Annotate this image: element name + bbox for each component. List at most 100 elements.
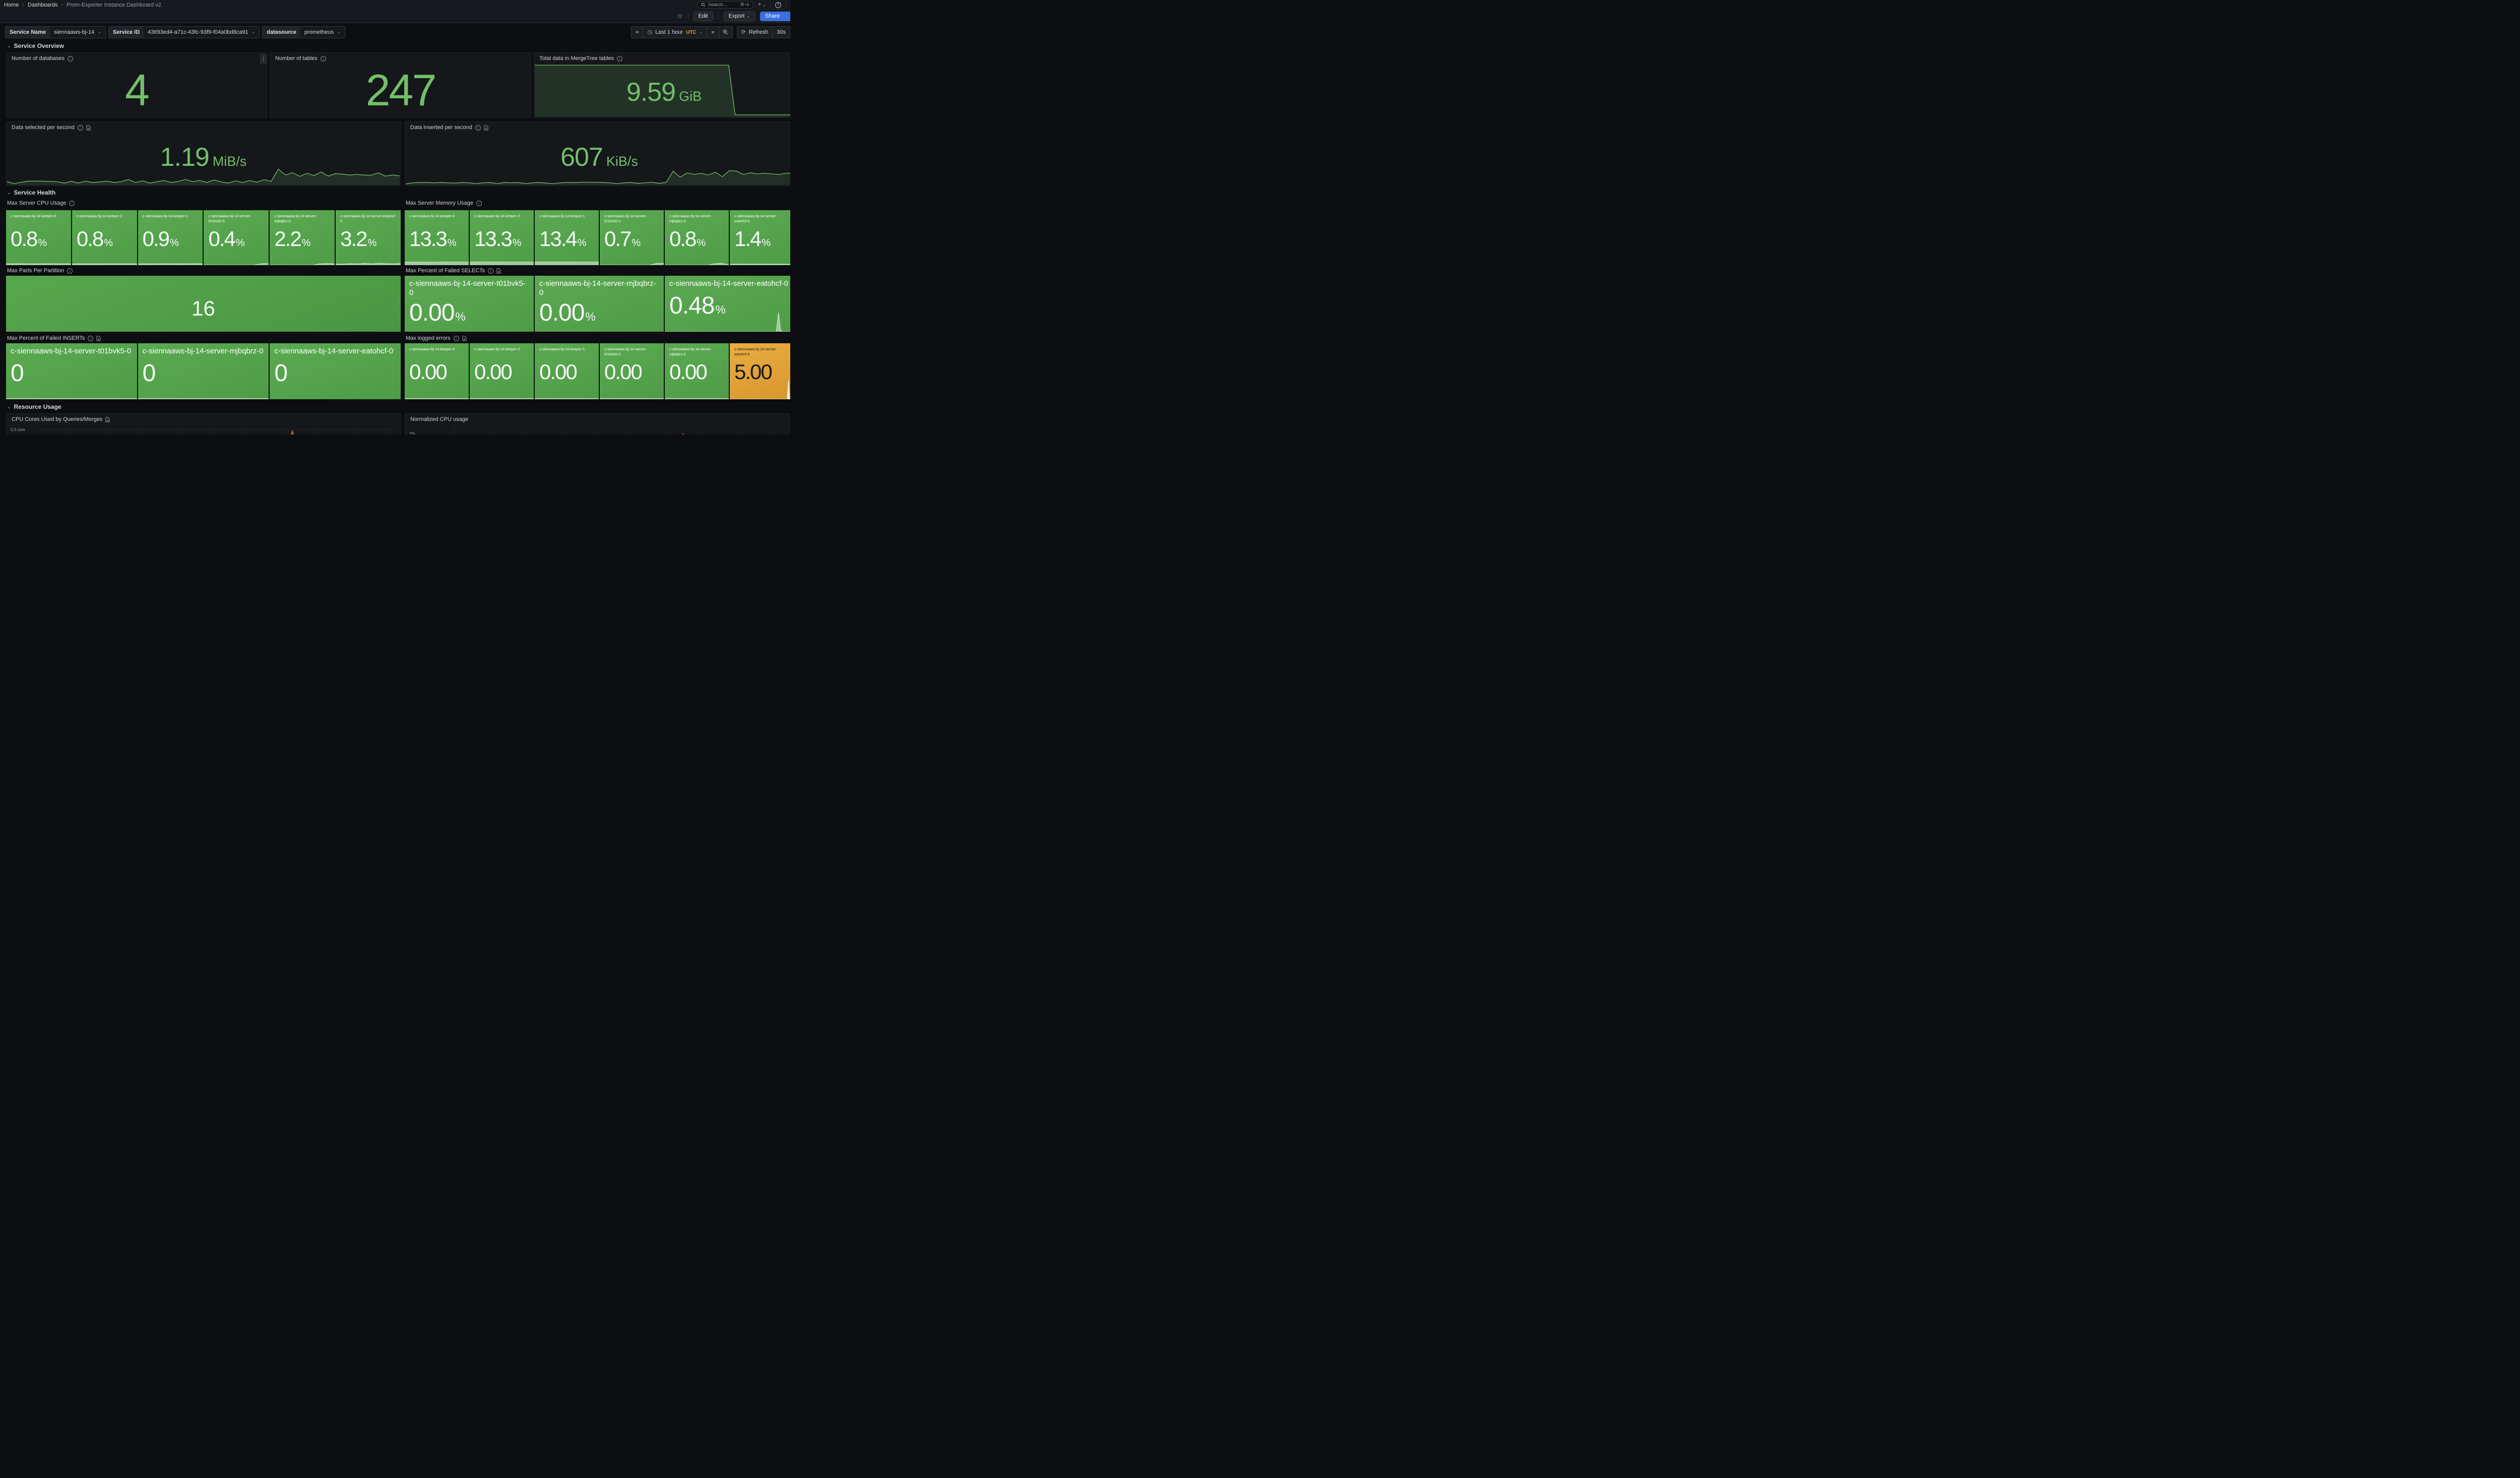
stat-unit: GiB <box>679 89 702 104</box>
info-icon: i <box>88 336 93 341</box>
stat-tile[interactable]: c-siennaaws-bj-14-keeper-113.4% <box>535 210 599 265</box>
add-new-button[interactable]: + ⌄ <box>758 2 766 8</box>
stat-tile[interactable]: c-siennaaws-bj-14-keeper-10.00 <box>535 343 599 399</box>
tile-sparkline <box>138 398 269 399</box>
stat-tile[interactable]: c-siennaaws-bj-14-server-eatohcf-03.2% <box>336 210 401 265</box>
panel-header[interactable]: Max Percent of Failed INSERTs i <box>7 335 101 341</box>
stat-unit: KiB/s <box>606 154 638 169</box>
stat-tile[interactable]: c-siennaaws-bj-14-server-t01bvk5-00.7% <box>600 210 664 265</box>
stat-value: 247 <box>366 68 435 112</box>
stat-tile[interactable]: c-siennaaws-bj-14-keeper-013.3% <box>405 210 469 265</box>
tile-sparkline <box>665 398 729 399</box>
divider <box>718 13 719 19</box>
refresh-button[interactable]: ⟳ Refresh <box>737 27 773 38</box>
divider <box>770 2 771 8</box>
filter-value: prometheus <box>304 29 334 35</box>
stat-tile[interactable]: c-siennaaws-bj-14-server-mjbqbrz-00.00 <box>665 343 729 399</box>
breadcrumb-home[interactable]: Home <box>4 2 19 8</box>
panel-header[interactable]: Max Server Memory Usage i <box>406 200 482 206</box>
chevron-down-icon: ⌄ <box>98 30 101 34</box>
panel-header[interactable]: Number of databases i <box>7 53 267 64</box>
service-id-select[interactable]: 43693ed4-a71c-43fc-93f9-f04a0bd8ca91 ⌄ <box>144 27 259 38</box>
panel-header[interactable]: Number of tables i <box>270 53 531 64</box>
tile-server-name: c-siennaaws-bj-14-keeper-2 <box>474 214 529 226</box>
time-series-chart[interactable] <box>420 427 789 435</box>
section-title: Service Overview <box>14 42 64 49</box>
max-parts-tile[interactable]: 16 <box>6 276 401 332</box>
time-range-picker[interactable]: ◷ Last 1 hour UTC ⌄ <box>643 27 707 38</box>
panel-header[interactable]: Normalized CPU usage <box>405 414 790 425</box>
stat-value: 4 <box>125 68 148 112</box>
stat-tile[interactable]: c-siennaaws-bj-14-server-eatohcf-01.4% <box>730 210 790 265</box>
stat-tile[interactable]: c-siennaaws-bj-14-server-eatohcf-00 <box>270 343 401 399</box>
stat-tile[interactable]: c-siennaaws-bj-14-server-t01bvk5-00 <box>6 343 137 399</box>
breadcrumb-separator-icon: › <box>61 2 63 8</box>
breadcrumb-dashboards[interactable]: Dashboards <box>28 2 57 8</box>
panel-header[interactable]: Max Parts Per Partition i <box>7 268 73 274</box>
tile-value: 0.00% <box>409 301 529 325</box>
time-shift-forward-button[interactable]: » <box>707 27 719 38</box>
panel-links-icon[interactable] <box>105 417 110 422</box>
info-icon: i <box>321 56 326 61</box>
stat-tile[interactable]: c-siennaaws-bj-14-keeper-20.00 <box>470 343 534 399</box>
stat-tile[interactable]: c-siennaaws-bj-14-server-mjbqbrz-00.8% <box>665 210 729 265</box>
service-name-select[interactable]: siennaaws-bj-14 ⌄ <box>50 27 105 38</box>
panel-header[interactable]: Max Percent of Failed SELECTs i <box>406 268 501 274</box>
tile-sparkline <box>665 262 729 265</box>
breadcrumb-separator-icon: › <box>22 2 24 8</box>
tile-server-name: c-siennaaws-bj-14-server-eatohcf-0 <box>274 347 396 358</box>
edit-button[interactable]: Edit <box>694 12 713 21</box>
stat-tile[interactable]: c-siennaaws-bj-14-keeper-00.8% <box>6 210 71 265</box>
section-resource-usage[interactable]: ⌄ Resource Usage <box>7 403 61 410</box>
stat-tile[interactable]: c-siennaaws-bj-14-keeper-20.8% <box>72 210 137 265</box>
panel-normalized-cpu: Normalized CPU usage 2% <box>405 413 790 435</box>
stat-tile[interactable]: c-siennaaws-bj-14-server-t01bvk5-00.00 <box>600 343 664 399</box>
info-icon: i <box>488 268 493 274</box>
time-shift-back-button[interactable]: « <box>632 27 643 38</box>
logged-errors-tiles: c-siennaaws-bj-14-keeper-00.00c-siennaaw… <box>405 343 790 399</box>
stat-tile[interactable]: c-siennaaws-bj-14-keeper-00.00 <box>405 343 469 399</box>
datasource-select[interactable]: prometheus ⌄ <box>300 27 345 38</box>
search-input[interactable]: Search... ⌘+k <box>697 1 753 9</box>
breadcrumb: Home › Dashboards › Prom-Exporter Instan… <box>4 2 161 8</box>
stat-tile[interactable]: c-siennaaws-bj-14-keeper-10.9% <box>138 210 203 265</box>
tile-value: 2.2% <box>274 228 330 250</box>
panel-header[interactable]: Max Server CPU Usage i <box>7 200 75 206</box>
panel-links-icon[interactable] <box>96 336 101 341</box>
section-service-overview[interactable]: ⌄ Service Overview <box>7 42 64 49</box>
tile-sparkline <box>6 263 71 265</box>
help-button[interactable]: ? <box>775 2 781 8</box>
tile-server-name: c-siennaaws-bj-14-server-t01bvk5-0 <box>604 214 659 226</box>
tile-value: 0.4% <box>208 228 264 250</box>
stat-tile[interactable]: c-siennaaws-bj-14-server-mjbqbrz-00 <box>138 343 269 399</box>
panel-links-icon[interactable] <box>496 268 501 274</box>
stat-tile[interactable]: c-siennaaws-bj-14-keeper-213.3% <box>470 210 534 265</box>
panel-title: CPU Cores Used by Queries/Merges <box>12 416 102 422</box>
stat-tile[interactable]: c-siennaaws-bj-14-server-t01bvk5-00.4% <box>204 210 269 265</box>
share-button[interactable]: Share <box>760 12 790 21</box>
export-button[interactable]: Export ⌄ <box>724 12 755 21</box>
panel-header[interactable]: CPU Cores Used by Queries/Merges <box>7 414 400 425</box>
tile-server-name: c-siennaaws-bj-14-server-eatohcf-0 <box>734 347 789 359</box>
section-title: Resource Usage <box>14 403 61 410</box>
panel-title: Number of databases <box>12 55 65 61</box>
plus-icon: + <box>758 2 761 8</box>
zoom-out-button[interactable] <box>719 27 732 38</box>
stat-tile[interactable]: c-siennaaws-bj-14-server-t01bvk5-00.00% <box>405 276 534 332</box>
stat-tile[interactable]: c-siennaaws-bj-14-server-eatohcf-05.00 <box>730 343 790 399</box>
panel-links-icon[interactable] <box>462 336 467 341</box>
breadcrumb-current-dashboard: Prom-Exporter Instance Dashboard v2 <box>67 2 161 8</box>
stat-number: 607 <box>560 144 603 170</box>
panel-header[interactable]: Max logged errors i <box>406 335 467 341</box>
stat-tile[interactable]: c-siennaaws-bj-14-server-eatohcf-00.48% <box>665 276 790 332</box>
refresh-interval-select[interactable]: 30s <box>773 27 790 38</box>
panel-title: Max Server CPU Usage <box>7 200 66 206</box>
panel-header[interactable]: Total data in MergeTree tables i <box>534 53 790 64</box>
stat-tile[interactable]: c-siennaaws-bj-14-server-mjbqbrz-00.00% <box>535 276 664 332</box>
memory-usage-tiles: c-siennaaws-bj-14-keeper-013.3%c-siennaa… <box>405 210 790 265</box>
star-favorite-button[interactable]: ☆ <box>677 12 683 20</box>
search-placeholder: Search... <box>708 2 737 8</box>
stat-tile[interactable]: c-siennaaws-bj-14-server-mjbqbrz-02.2% <box>270 210 335 265</box>
time-series-chart[interactable] <box>36 427 396 435</box>
section-service-health[interactable]: ⌄ Service Health <box>7 189 55 196</box>
